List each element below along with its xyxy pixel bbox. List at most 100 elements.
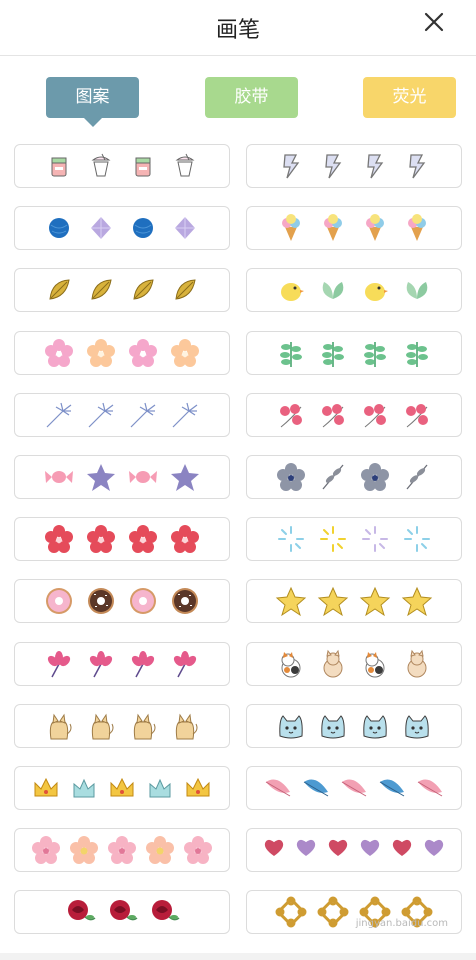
flower-icon	[85, 337, 117, 369]
brush-ice-cream[interactable]	[246, 206, 462, 251]
brush-berries[interactable]	[246, 392, 462, 437]
ice-cream-icon	[359, 212, 391, 244]
leaf-icon	[401, 461, 433, 493]
ice-cream-icon	[275, 212, 307, 244]
brush-blue-sparklers[interactable]	[14, 392, 230, 437]
close-button[interactable]	[420, 8, 448, 36]
brush-sitting-cats[interactable]	[14, 703, 230, 748]
sprig-icon	[317, 337, 349, 369]
cat-icon	[43, 710, 75, 742]
sparkler-icon	[43, 399, 75, 431]
star-icon	[275, 585, 307, 617]
crown-icon	[30, 772, 62, 804]
sprig-icon	[401, 337, 433, 369]
gold-leaf-icon	[85, 274, 117, 306]
flower-icon	[169, 648, 201, 680]
yarn-ball-icon	[43, 212, 75, 244]
star-icon	[359, 585, 391, 617]
brush-type-tabs: 图案 胶带 荧光	[0, 77, 476, 127]
flower-icon	[144, 834, 176, 866]
star-icon	[401, 585, 433, 617]
diamond-icon	[169, 212, 201, 244]
lightning-icon	[317, 150, 349, 182]
feather-icon	[414, 772, 446, 804]
feather-icon	[376, 772, 408, 804]
feather-icon	[300, 772, 332, 804]
flower-icon	[85, 523, 117, 555]
flower-icon	[43, 337, 75, 369]
flower-icon	[106, 834, 138, 866]
brush-sakura[interactable]	[14, 828, 230, 873]
sprig-icon	[275, 337, 307, 369]
flower-icon	[30, 834, 62, 866]
heart-icon	[389, 834, 415, 866]
chick-icon	[359, 274, 391, 306]
star-icon	[317, 585, 349, 617]
heart-icon	[293, 834, 319, 866]
cat-icon	[401, 648, 433, 680]
tab-pattern[interactable]: 图案	[46, 77, 139, 127]
lightning-icon	[275, 150, 307, 182]
tab-highlighter[interactable]: 荧光	[363, 77, 456, 118]
cat-face-icon	[401, 710, 433, 742]
flower-icon	[127, 523, 159, 555]
cat-face-icon	[317, 710, 349, 742]
heart-icon	[357, 834, 383, 866]
rose-icon	[106, 896, 138, 928]
brush-gold-leaves[interactable]	[14, 268, 230, 313]
cat-icon	[127, 710, 159, 742]
cup-icon	[169, 150, 201, 182]
rose-icon	[64, 896, 96, 928]
cat-icon	[275, 648, 307, 680]
cat-icon	[85, 710, 117, 742]
feather-icon	[262, 772, 294, 804]
brush-gold-stars[interactable]	[246, 579, 462, 624]
sprig-icon	[359, 337, 391, 369]
burst-icon	[275, 523, 307, 555]
brush-red-blossoms[interactable]	[14, 517, 230, 562]
berry-icon	[317, 399, 349, 431]
heart-icon	[325, 834, 351, 866]
brush-feathers[interactable]	[246, 766, 462, 810]
brush-hearts[interactable]	[246, 828, 462, 873]
brush-grey-flowers[interactable]	[246, 455, 462, 499]
yarn-ball-icon	[127, 212, 159, 244]
brush-chick-leaves[interactable]	[246, 268, 462, 313]
flower-icon	[182, 834, 214, 866]
cup-icon	[85, 150, 117, 182]
crown-icon	[106, 772, 138, 804]
brush-green-sprigs[interactable]	[246, 330, 462, 375]
candy-icon	[43, 461, 75, 493]
flower-icon	[127, 337, 159, 369]
gold-leaf-icon	[169, 274, 201, 306]
close-icon	[424, 12, 444, 32]
watermark: jingyan.baidu.com	[355, 918, 448, 929]
scroll-edge	[0, 953, 476, 960]
cat-icon	[359, 648, 391, 680]
brush-donuts[interactable]	[14, 579, 230, 624]
crown-icon	[144, 772, 176, 804]
crown-icon	[182, 772, 214, 804]
crown-icon	[68, 772, 100, 804]
candy-icon	[127, 461, 159, 493]
brush-yarn-diamond[interactable]	[14, 206, 230, 251]
brush-cats[interactable]	[246, 641, 462, 686]
brush-blue-cat-faces[interactable]	[246, 703, 462, 748]
brush-roses[interactable]	[14, 890, 230, 935]
brush-cake-cups[interactable]	[14, 144, 230, 188]
sparkler-icon	[85, 399, 117, 431]
gold-leaf-icon	[43, 274, 75, 306]
cake-icon	[127, 150, 159, 182]
flower-icon	[169, 337, 201, 369]
leaf-icon	[401, 274, 433, 306]
ice-cream-icon	[317, 212, 349, 244]
brush-pink-peach-flowers[interactable]	[14, 330, 230, 375]
brush-candy-stars[interactable]	[14, 455, 230, 499]
brush-bursts[interactable]	[246, 517, 462, 562]
tab-tape[interactable]: 胶带	[205, 77, 298, 118]
brush-crowns[interactable]	[14, 766, 230, 810]
brush-pink-blooms[interactable]	[14, 641, 230, 686]
lightning-icon	[401, 150, 433, 182]
brush-lightning[interactable]	[246, 144, 462, 188]
flower-icon	[43, 523, 75, 555]
